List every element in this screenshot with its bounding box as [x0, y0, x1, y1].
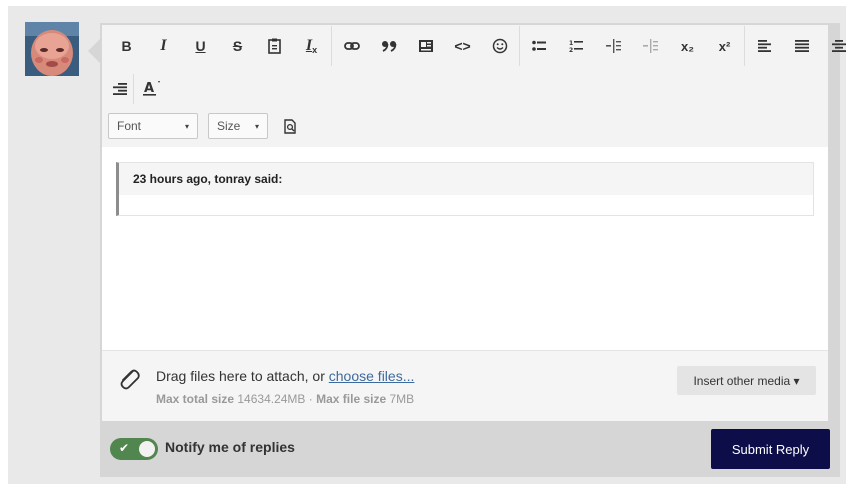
- limits-separator: ·: [305, 392, 317, 406]
- media-button[interactable]: [407, 31, 444, 61]
- indent-icon: [606, 39, 621, 53]
- blockquote: 23 hours ago, tonray said:: [116, 162, 814, 216]
- attach-prefix: Drag files here to attach, or: [156, 368, 329, 384]
- choose-files-link[interactable]: choose files...: [329, 368, 415, 384]
- strikethrough-button[interactable]: S: [219, 31, 256, 61]
- attach-instructions: Drag files here to attach, or choose fil…: [156, 368, 414, 384]
- superscript-button[interactable]: x²: [706, 31, 743, 61]
- subscript-button[interactable]: x₂: [669, 31, 706, 61]
- paperclip-icon: [116, 365, 142, 396]
- toolbar-separator: [519, 26, 520, 66]
- outdent-icon: [643, 39, 658, 53]
- align-right-button[interactable]: [108, 74, 132, 104]
- font-select-label: Font: [117, 119, 142, 133]
- outdent-button[interactable]: [632, 31, 669, 61]
- toolbar-row-font: Font ▾ Size ▾: [108, 111, 302, 141]
- toolbar-separator: [744, 26, 745, 66]
- link-icon: [343, 42, 360, 50]
- toolbar-row-formatting: B I U S Ix <> 1 2 x₂ x²: [108, 25, 852, 67]
- align-center-button[interactable]: [820, 31, 852, 61]
- paste-button[interactable]: [256, 31, 293, 61]
- preview-button[interactable]: [278, 111, 302, 141]
- check-icon: ✔: [119, 441, 130, 455]
- toggle-knob: [139, 441, 155, 457]
- editor-content[interactable]: 23 hours ago, tonray said:: [102, 147, 828, 350]
- avatar[interactable]: [25, 22, 79, 76]
- max-file-value: 7MB: [389, 392, 415, 406]
- size-select-label: Size: [217, 119, 241, 133]
- align-left-icon: [757, 40, 771, 52]
- svg-text:1: 1: [569, 40, 573, 47]
- numbered-list-icon: 12: [569, 40, 583, 53]
- attach-limits: Max total size 14634.24MB · Max file siz…: [156, 392, 414, 406]
- quote-header: 23 hours ago, tonray said:: [119, 163, 813, 195]
- bullet-list-icon: [532, 40, 546, 51]
- svg-text:A: A: [144, 81, 154, 96]
- reply-area: B I U S Ix <> 1 2 x₂ x² A Font ▾ Size ▾ …: [8, 6, 846, 484]
- smiley-icon: [492, 38, 507, 54]
- text-color-button[interactable]: A: [135, 74, 169, 104]
- toolbar-separator: [133, 74, 134, 104]
- quote-icon: [381, 41, 396, 52]
- justify-icon: [794, 40, 809, 52]
- editor-toolbar: B I U S Ix <> 1 2 x₂ x² A Font ▾ Size ▾: [102, 25, 846, 147]
- justify-button[interactable]: [783, 31, 820, 61]
- subscript-x-icon: x: [312, 45, 318, 55]
- insert-media-button[interactable]: Insert other media ▾: [677, 366, 816, 395]
- attachment-area[interactable]: Drag files here to attach, or choose fil…: [102, 350, 828, 421]
- align-center-icon: [831, 40, 846, 52]
- submit-reply-button[interactable]: Submit Reply: [711, 429, 830, 469]
- indent-button[interactable]: [595, 31, 632, 61]
- clipboard-icon: [268, 38, 281, 54]
- notify-label: Notify me of replies: [165, 439, 295, 455]
- max-total-value: 14634.24MB: [237, 392, 306, 406]
- reply-footer: ✔ Notify me of replies Submit Reply: [100, 421, 840, 477]
- svg-text:2: 2: [569, 47, 573, 53]
- max-file-label: Max file size: [316, 392, 387, 406]
- document-search-icon: [283, 118, 296, 134]
- align-left-button[interactable]: [746, 31, 783, 61]
- font-select[interactable]: Font ▾: [108, 113, 198, 139]
- blockquote-button[interactable]: [370, 31, 407, 61]
- toolbar-separator: [331, 26, 332, 66]
- remove-format-button[interactable]: Ix: [293, 31, 330, 61]
- size-select[interactable]: Size ▾: [208, 113, 268, 139]
- numbered-list-button[interactable]: 12: [558, 31, 595, 61]
- code-button[interactable]: <>: [444, 31, 481, 61]
- toolbar-row-alignment: A: [108, 71, 169, 107]
- underline-button[interactable]: U: [182, 31, 219, 61]
- rich-text-editor: B I U S Ix <> 1 2 x₂ x² A Font ▾ Size ▾ …: [100, 23, 846, 477]
- bulleted-list-button[interactable]: [521, 31, 558, 61]
- align-right-icon: [113, 83, 127, 95]
- text-color-icon: A: [143, 81, 160, 96]
- italic-button[interactable]: I: [145, 31, 182, 61]
- chevron-down-icon: ▾: [254, 121, 259, 131]
- notify-toggle[interactable]: ✔: [110, 438, 158, 460]
- bold-button[interactable]: B: [108, 31, 145, 61]
- max-total-label: Max total size: [156, 392, 235, 406]
- media-embed-icon: [418, 40, 433, 52]
- chevron-down-icon: ▾: [184, 121, 189, 131]
- emoji-button[interactable]: [481, 31, 518, 61]
- link-button[interactable]: [333, 31, 370, 61]
